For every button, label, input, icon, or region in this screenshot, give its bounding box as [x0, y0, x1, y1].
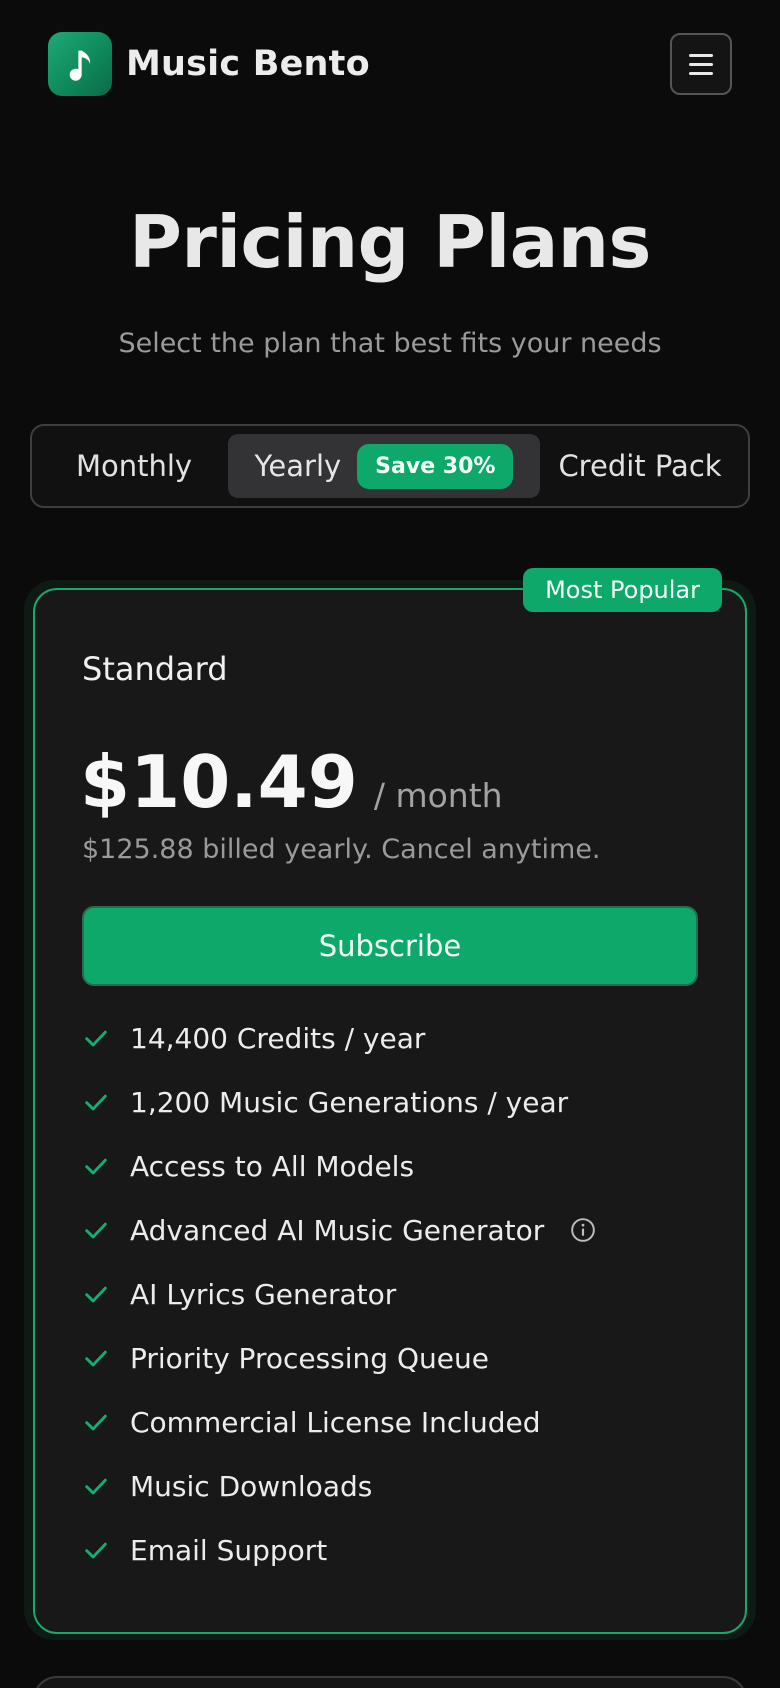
check-icon — [85, 1542, 107, 1559]
feature-item: Email Support — [82, 1518, 702, 1582]
feature-label: AI Lyrics Generator — [130, 1277, 397, 1311]
music-note-icon — [48, 32, 112, 96]
tab-monthly-label: Monthly — [75, 449, 193, 483]
feature-label: Advanced AI Music Generator — [130, 1213, 545, 1247]
check-icon — [85, 1094, 107, 1111]
tab-monthly[interactable]: Monthly — [40, 434, 228, 498]
page-title: Pricing Plans — [129, 200, 651, 284]
plan-price: $10.49 — [80, 740, 358, 824]
feature-item: Music Downloads — [82, 1454, 702, 1518]
price-period: / month — [373, 776, 503, 815]
next-plan-card — [33, 1676, 747, 1688]
info-icon[interactable] — [570, 1217, 596, 1243]
feature-label: Email Support — [130, 1533, 328, 1567]
check-icon — [85, 1158, 107, 1175]
most-popular-badge: Most Popular — [523, 568, 722, 612]
feature-label: 1,200 Music Generations / year — [130, 1085, 569, 1119]
hamburger-menu-icon — [689, 53, 713, 57]
plan-name: Standard — [82, 650, 228, 688]
feature-label: 14,400 Credits / year — [130, 1021, 426, 1055]
tab-yearly-label: Yearly — [254, 449, 342, 483]
price-row: $10.49 / month — [80, 740, 503, 824]
feature-label: Access to All Models — [130, 1149, 415, 1183]
top-bar: Music Bento — [48, 32, 732, 96]
feature-item: AI Lyrics Generator — [82, 1262, 702, 1326]
feature-label: Commercial License Included — [130, 1405, 541, 1439]
pricing-page: Music Bento Pricing Plans Select the pla… — [0, 0, 780, 1688]
feature-label: Music Downloads — [130, 1469, 373, 1503]
feature-item: Commercial License Included — [82, 1390, 702, 1454]
subscribe-button[interactable]: Subscribe — [82, 906, 698, 986]
brand[interactable]: Music Bento — [48, 32, 370, 96]
save-badge: Save 30% — [357, 443, 514, 489]
tab-credit-pack[interactable]: Credit Pack — [540, 434, 740, 498]
feature-list: 14,400 Credits / year 1,200 Music Genera… — [82, 1006, 702, 1582]
billing-note: $125.88 billed yearly. Cancel anytime. — [82, 834, 601, 865]
hamburger-line — [689, 71, 713, 75]
feature-item: Priority Processing Queue — [82, 1326, 702, 1390]
check-icon — [85, 1030, 107, 1047]
check-icon — [85, 1286, 107, 1303]
check-icon — [85, 1414, 107, 1431]
hamburger-line — [689, 62, 713, 66]
feature-label: Priority Processing Queue — [130, 1341, 489, 1375]
feature-item: 14,400 Credits / year — [82, 1006, 702, 1070]
feature-item: 1,200 Music Generations / year — [82, 1070, 702, 1134]
feature-item: Advanced AI Music Generator — [82, 1198, 702, 1262]
billing-toggle: Monthly Yearly Save 30% Credit Pack — [30, 424, 750, 508]
tab-credit-pack-label: Credit Pack — [558, 449, 722, 483]
menu-button[interactable] — [670, 33, 732, 95]
check-icon — [85, 1350, 107, 1367]
page-subtitle: Select the plan that best fits your need… — [118, 328, 662, 359]
check-icon — [85, 1478, 107, 1495]
check-icon — [85, 1222, 107, 1239]
tab-yearly[interactable]: Yearly Save 30% — [228, 434, 540, 498]
feature-item: Access to All Models — [82, 1134, 702, 1198]
brand-name: Music Bento — [126, 44, 370, 84]
